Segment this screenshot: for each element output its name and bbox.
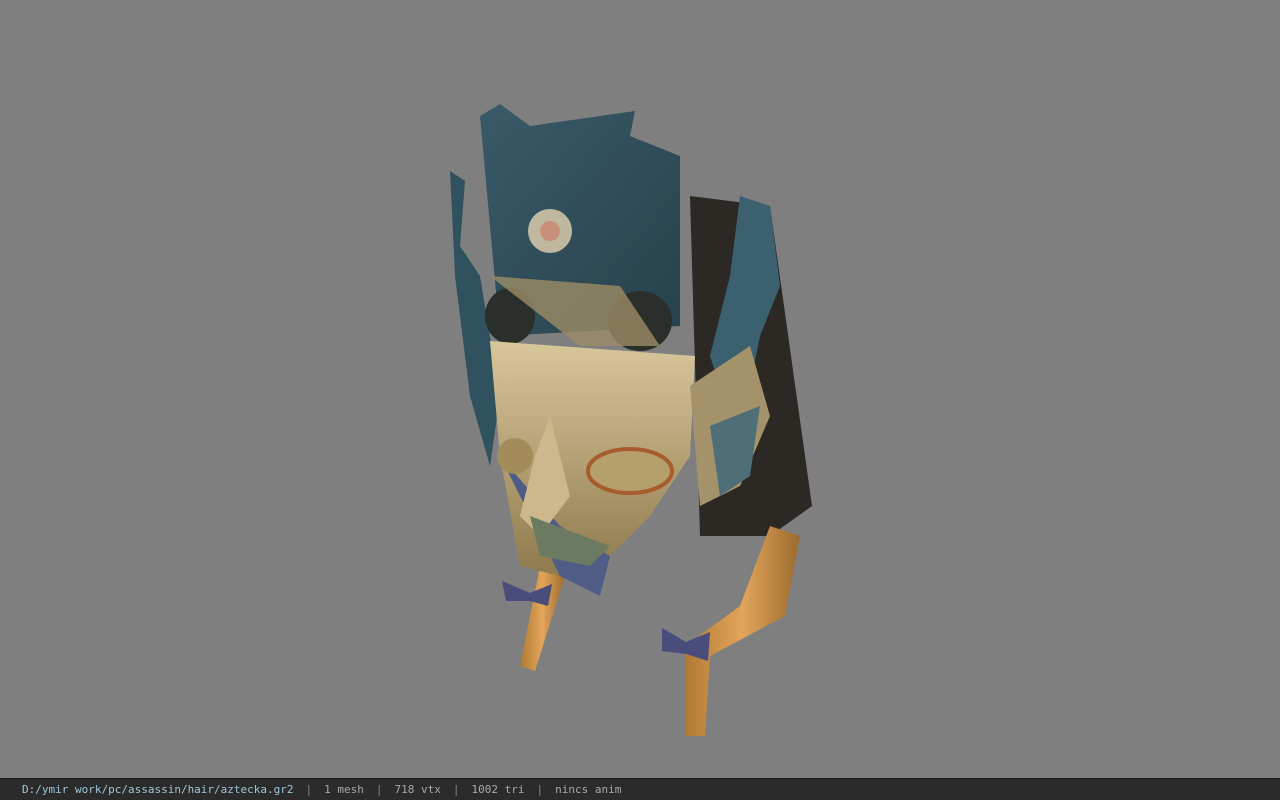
mask-model-render[interactable] bbox=[440, 96, 820, 746]
separator: | bbox=[452, 783, 460, 796]
triangle-count: 1002 tri bbox=[471, 783, 525, 796]
separator: | bbox=[305, 783, 313, 796]
vertex-count: 718 vtx bbox=[394, 783, 441, 796]
file-path: D:/ymir work/pc/assassin/hair/aztecka.gr… bbox=[22, 783, 294, 796]
separator: | bbox=[536, 783, 544, 796]
separator: | bbox=[375, 783, 383, 796]
status-bar: D:/ymir work/pc/assassin/hair/aztecka.gr… bbox=[0, 778, 1280, 800]
mesh-count: 1 mesh bbox=[324, 783, 364, 796]
animation-status: nincs anim bbox=[555, 783, 622, 796]
3d-viewport[interactable] bbox=[0, 0, 1280, 778]
